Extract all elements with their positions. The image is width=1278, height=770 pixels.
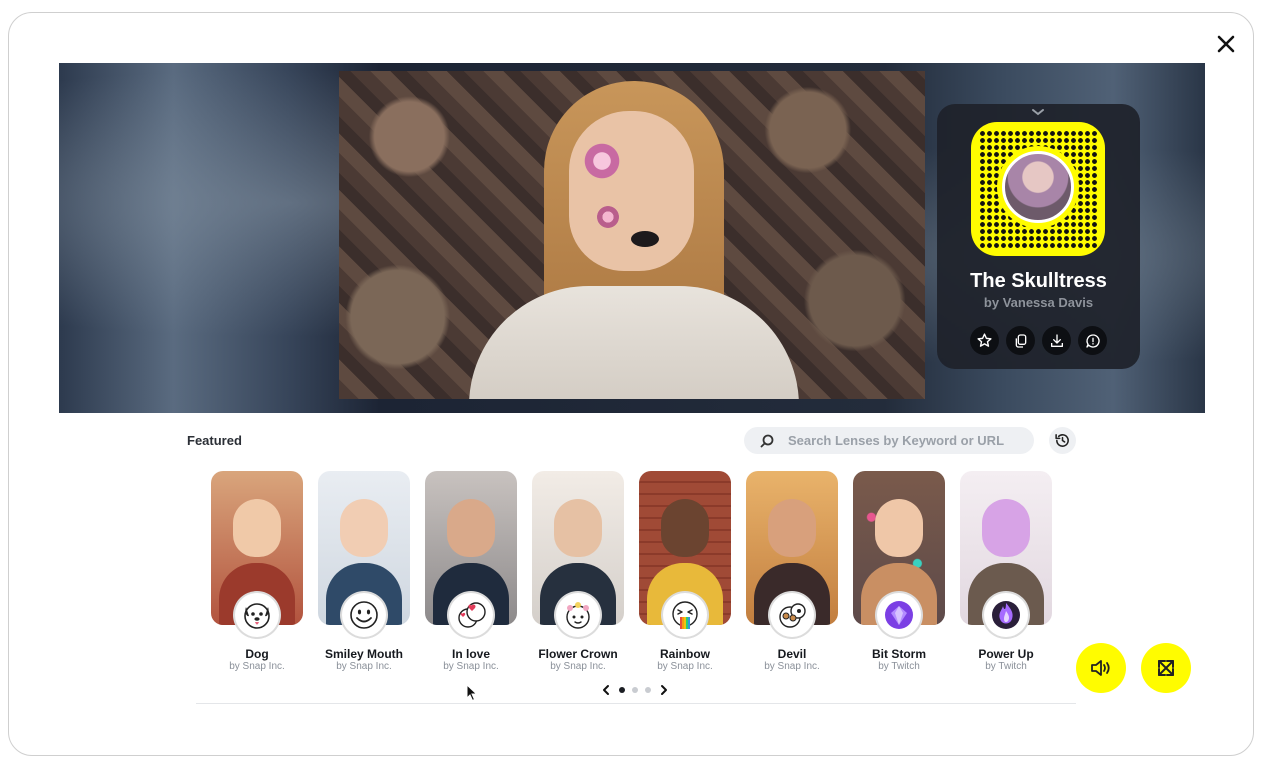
copy-icon: [1015, 333, 1026, 348]
preview-person-body: [469, 286, 799, 399]
sound-button[interactable]: [1076, 643, 1126, 693]
lens-creator: by Twitch: [878, 661, 920, 672]
lens-name: Power Up: [978, 647, 1034, 661]
lens-badge: [235, 593, 279, 637]
download-icon: [1050, 333, 1063, 347]
camera-preview: [339, 71, 925, 399]
thumbnail-face: [661, 499, 709, 557]
lens-creator: by Snap Inc.: [443, 661, 499, 672]
lens-badge: [449, 593, 493, 637]
history-button[interactable]: [1049, 427, 1076, 454]
lens-item-power-up[interactable]: Power Up by Twitch: [960, 471, 1052, 672]
lens-item-rainbow[interactable]: Rainbow by Snap Inc.: [639, 471, 731, 672]
dog-icon: [244, 603, 270, 629]
history-icon: [1055, 434, 1069, 447]
lens-item-devil[interactable]: Devil by Snap Inc.: [746, 471, 838, 672]
report-button[interactable]: [1078, 326, 1107, 355]
lens-item-smiley-mouth[interactable]: Smiley Mouth by Snap Inc.: [318, 471, 410, 672]
lens-name: In love: [451, 647, 490, 661]
search-bar[interactable]: [744, 427, 1034, 454]
lens-name: Bit Storm: [872, 647, 926, 661]
expand-icon: [1158, 660, 1174, 676]
thumbnail-face: [554, 499, 602, 557]
rainbow-icon: [672, 601, 698, 629]
mouse-cursor: [466, 683, 478, 707]
chevron-right-icon: [661, 685, 667, 695]
carousel-pager: [600, 683, 670, 697]
lens-author: by Vanessa Davis: [983, 295, 1094, 310]
lens-creator: by Snap Inc.: [336, 661, 392, 672]
thumbnail-face: [447, 499, 495, 557]
lens-badge: [663, 593, 707, 637]
search-input[interactable]: [786, 432, 1030, 449]
lens-title: The Skulltress: [970, 270, 1107, 292]
lens-name: Smiley Mouth: [324, 647, 403, 661]
lens-item-bit-storm[interactable]: Bit Storm by Twitch: [853, 471, 945, 672]
favorite-button[interactable]: [970, 326, 999, 355]
lens-avatar: [1002, 151, 1074, 223]
lens-creator: by Snap Inc.: [229, 661, 285, 672]
power-up-icon: [992, 601, 1020, 629]
lens-item-dog[interactable]: Dog by Snap Inc.: [211, 471, 303, 672]
thumbnail-face: [875, 499, 923, 557]
lens-name: Rainbow: [660, 647, 710, 661]
thumbnail-face: [768, 499, 816, 557]
page-dot-3[interactable]: [645, 687, 651, 693]
chevron-left-icon: [603, 685, 609, 695]
lens-info-card: The Skulltress by Vanessa Davis: [937, 104, 1140, 369]
lens-name: Dog: [245, 647, 269, 661]
divider: [196, 703, 1076, 704]
lens-item-flower-crown[interactable]: Flower Crown by Snap Inc.: [532, 471, 624, 672]
favorite-icon: [977, 333, 992, 347]
in-love-icon: [458, 602, 486, 628]
lens-creator: by Snap Inc.: [657, 661, 713, 672]
download-button[interactable]: [1042, 326, 1071, 355]
speaker-icon: [1091, 660, 1110, 676]
page-dot-1[interactable]: [619, 687, 625, 693]
thumbnail-face: [233, 499, 281, 557]
skull-flower-effect: [597, 206, 619, 228]
next-page-button[interactable]: [658, 683, 670, 697]
section-title: Featured: [187, 433, 242, 448]
lens-item-in-love[interactable]: In love by Snap Inc.: [425, 471, 517, 672]
page-dot-2[interactable]: [632, 687, 638, 693]
lens-actions: [970, 326, 1107, 355]
skull-flower-effect: [582, 141, 622, 181]
close-button[interactable]: [1212, 30, 1240, 58]
lens-badge: [556, 593, 600, 637]
lens-name: Devil: [777, 647, 807, 661]
chevron-down-icon: [1032, 109, 1044, 116]
lens-creator: by Twitch: [985, 661, 1027, 672]
thumbnail-face: [982, 499, 1030, 557]
thumbnail-face: [340, 499, 388, 557]
snapcode[interactable]: [971, 122, 1105, 256]
lens-creator: by Snap Inc.: [764, 661, 820, 672]
lens-badge: [770, 593, 814, 637]
previous-page-button[interactable]: [600, 683, 612, 697]
devil-icon: [779, 603, 806, 628]
close-icon: [1217, 35, 1235, 53]
lens-name: Flower Crown: [538, 647, 618, 661]
report-icon: [1085, 333, 1100, 348]
copy-button[interactable]: [1006, 326, 1035, 355]
lips-effect: [631, 231, 659, 247]
bit-storm-icon: [885, 601, 913, 629]
collapse-button[interactable]: [1031, 108, 1045, 118]
lens-badge: [877, 593, 921, 637]
lens-badge: [984, 593, 1028, 637]
lens-badge: [342, 593, 386, 637]
preview-person-face: [569, 111, 694, 271]
smiley-icon: [350, 601, 378, 629]
flower-crown-icon: [566, 602, 590, 629]
lens-creator: by Snap Inc.: [550, 661, 606, 672]
fullscreen-button[interactable]: [1141, 643, 1191, 693]
search-icon: [760, 434, 774, 448]
